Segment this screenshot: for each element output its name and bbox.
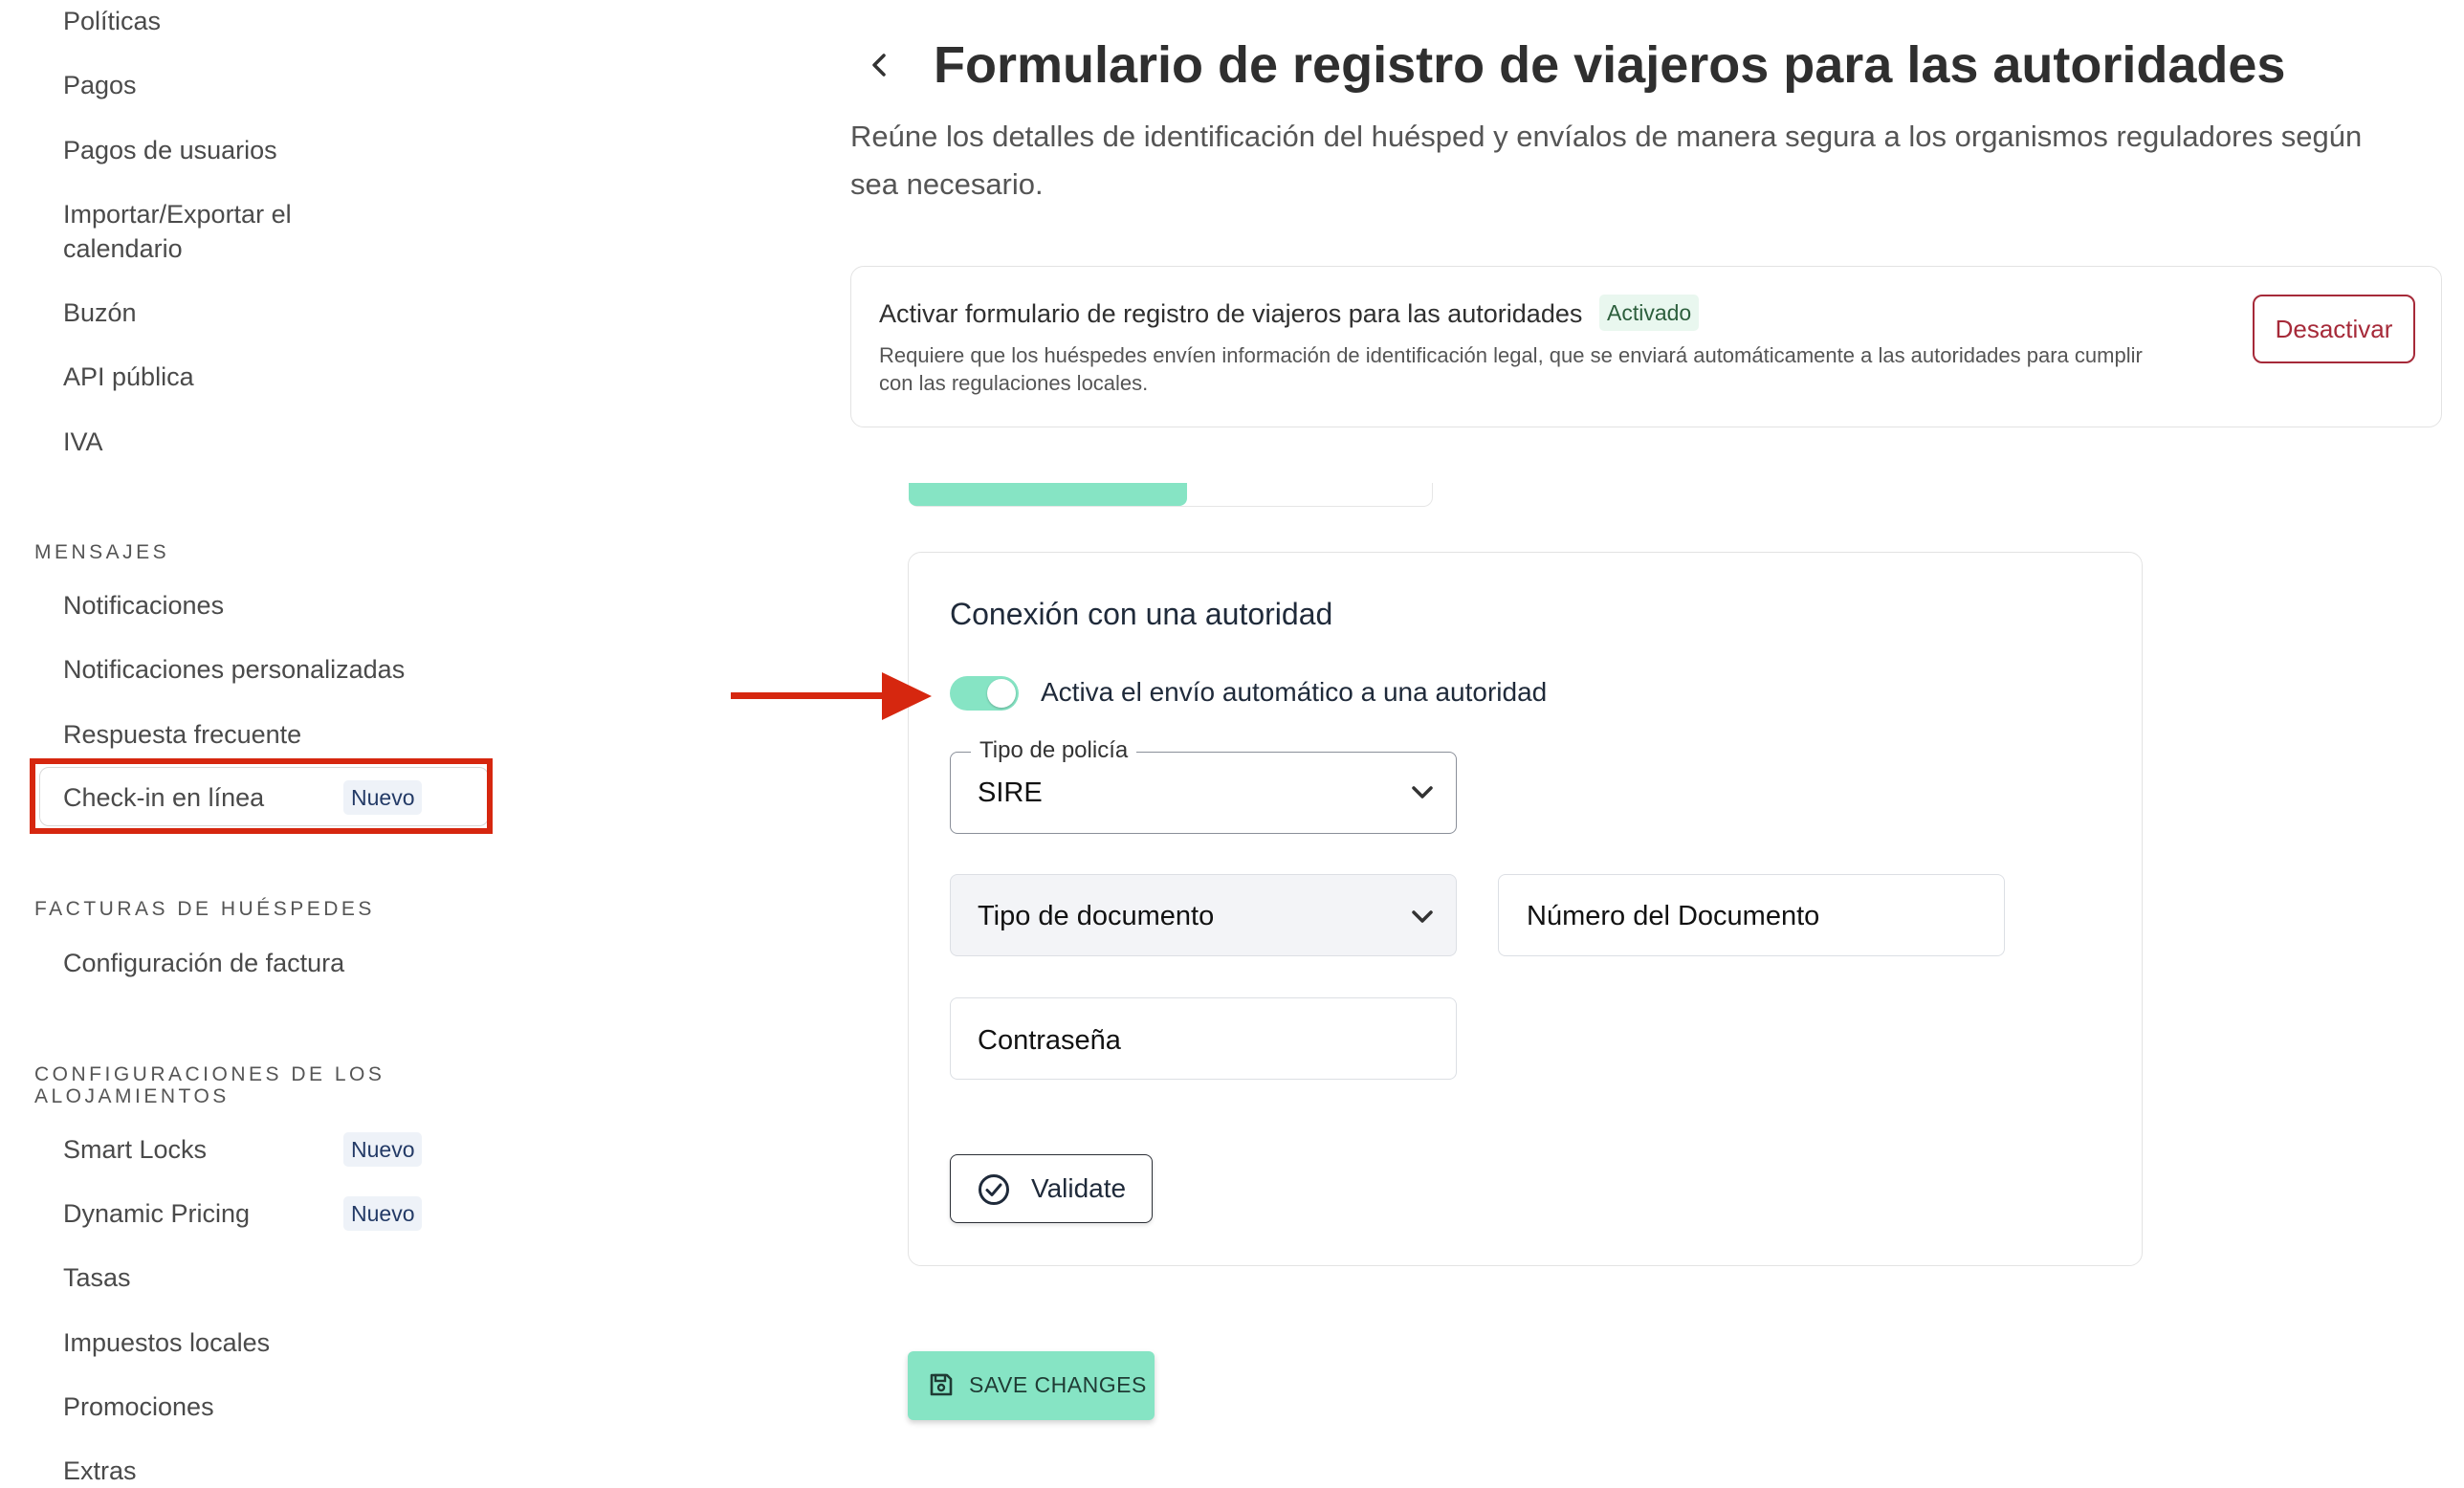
deactivate-button[interactable]: Desactivar	[2253, 295, 2415, 363]
page-title: Formulario de registro de viajeros para …	[934, 36, 2286, 94]
sidebar-item-buzon[interactable]: Buzón	[63, 295, 137, 330]
auto-send-toggle[interactable]	[950, 676, 1019, 711]
sidebar-heading-facturas: FACTURAS DE HUÉSPEDES	[34, 898, 375, 920]
sidebar-item-iva[interactable]: IVA	[63, 425, 103, 459]
save-changes-label: SAVE CHANGES	[969, 1372, 1147, 1397]
sidebar-item-politicas[interactable]: Políticas	[63, 4, 161, 38]
sidebar-item-notificaciones-personalizadas[interactable]: Notificaciones personalizadas	[63, 652, 405, 687]
chevron-left-icon	[872, 54, 886, 77]
new-badge: Nuevo	[343, 1132, 423, 1167]
annotation-arrow-head	[882, 672, 932, 720]
authority-title: Conexión con una autoridad	[950, 597, 1333, 631]
sidebar-heading-mensajes: MENSAJES	[34, 541, 170, 563]
new-badge: Nuevo	[343, 780, 423, 815]
chevron-down-icon	[1412, 786, 1433, 799]
document-number-placeholder: Número del Documento	[1527, 901, 1820, 931]
toggle-knob	[987, 679, 1016, 708]
sidebar-item-api-publica[interactable]: API pública	[63, 360, 194, 394]
new-badge: Nuevo	[343, 1196, 423, 1231]
sidebar-item-dynamic-pricing[interactable]: Dynamic Pricing	[63, 1196, 250, 1231]
sidebar-item-pagos-usuarios[interactable]: Pagos de usuarios	[63, 133, 277, 167]
sidebar-item-promociones[interactable]: Promociones	[63, 1390, 214, 1424]
page-subtitle: Reúne los detalles de identificación del…	[850, 120, 2363, 201]
sidebar-heading-configuraciones: CONFIGURACIONES DE LOS ALOJAMIENTOS	[34, 1063, 385, 1107]
password-placeholder: Contraseña	[978, 1025, 1121, 1056]
status-badge: Activado	[1599, 295, 1700, 331]
sidebar-item-impuestos-locales[interactable]: Impuestos locales	[63, 1325, 270, 1360]
sidebar-item-configuracion-factura[interactable]: Configuración de factura	[63, 946, 344, 980]
sidebar-item-extras[interactable]: Extras	[63, 1454, 137, 1488]
activation-title: Activar formulario de registro de viajer…	[879, 299, 1583, 328]
sidebar-item-checkin-label[interactable]: Check-in en línea	[63, 780, 264, 815]
annotation-arrow	[731, 692, 895, 699]
police-type-value: SIRE	[978, 777, 1043, 808]
sidebar-item-pagos[interactable]: Pagos	[63, 68, 137, 102]
tab-active-indicator[interactable]	[909, 483, 1187, 506]
back-button[interactable]	[861, 46, 899, 84]
document-type-placeholder: Tipo de documento	[978, 901, 1215, 931]
floppy-disk-icon	[930, 1373, 953, 1396]
police-type-label: Tipo de policía	[971, 736, 1137, 765]
sidebar-item-notificaciones[interactable]: Notificaciones	[63, 588, 224, 623]
chevron-down-icon	[1412, 910, 1433, 923]
sidebar-item-smart-locks[interactable]: Smart Locks	[63, 1132, 207, 1167]
sidebar-item-respuesta-frecuente[interactable]: Respuesta frecuente	[63, 717, 301, 752]
sidebar-item-tasas[interactable]: Tasas	[63, 1260, 131, 1295]
sidebar-item-importar-exportar[interactable]: Importar/Exportar el calendario	[63, 197, 350, 266]
check-circle-icon	[979, 1174, 1009, 1205]
auto-send-toggle-label: Activa el envío automático a una autorid…	[1041, 677, 1548, 707]
validate-button-label: Validate	[1031, 1173, 1127, 1203]
activation-description: Requiere que los huéspedes envíen inform…	[879, 343, 2143, 395]
